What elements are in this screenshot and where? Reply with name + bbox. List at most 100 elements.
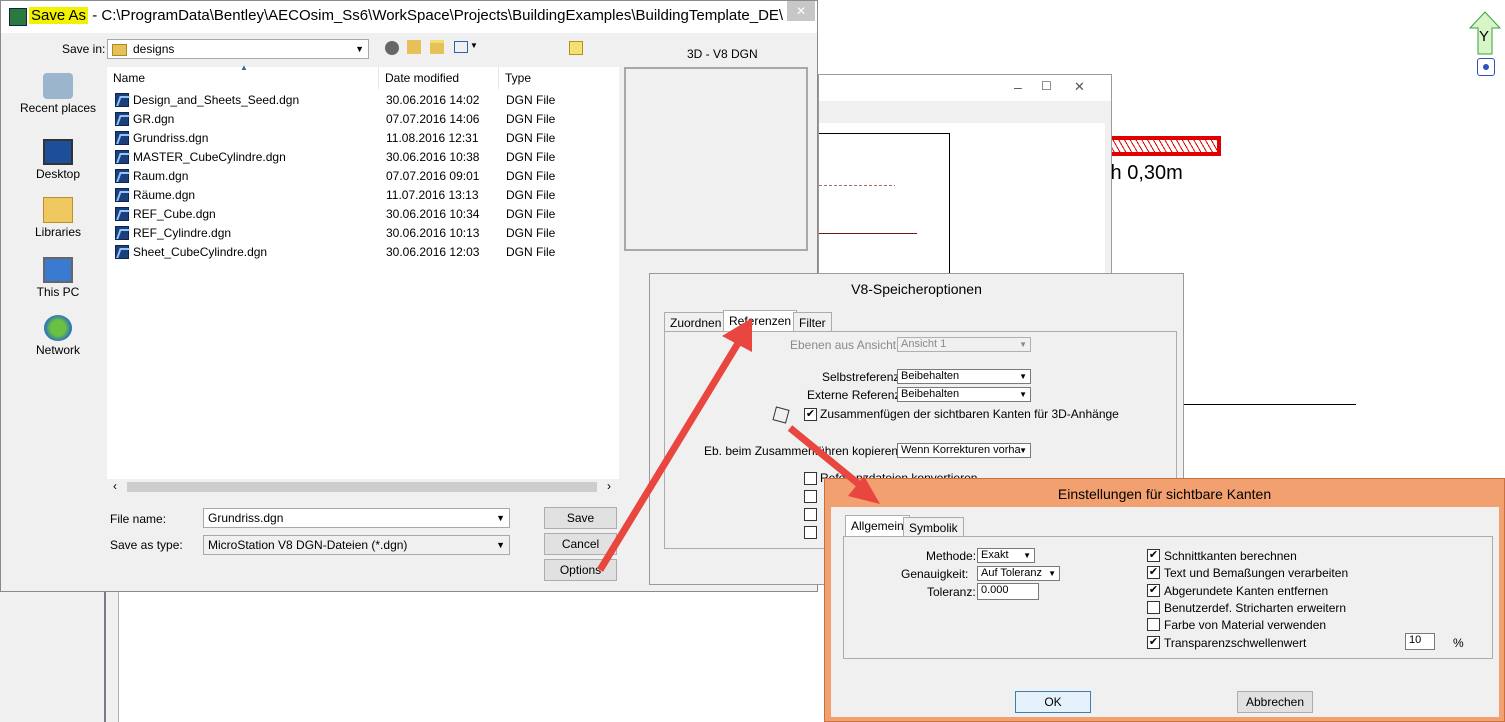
genauigkeit-dropdown[interactable]: Auf Toleranz ▼	[977, 566, 1060, 581]
file-name-cell: Räume.dgn	[107, 186, 195, 205]
checkbox-abgerundet[interactable]: ✔	[1147, 584, 1160, 597]
file-type-cell: DGN File	[506, 150, 556, 164]
checkbox-schnittkanten[interactable]: ✔	[1147, 549, 1160, 562]
option-checkbox[interactable]	[804, 472, 817, 485]
column-header-date[interactable]: Date modified	[379, 67, 499, 89]
file-name-input[interactable]: Grundriss.dgn ▼	[203, 508, 510, 528]
tab-allgemein[interactable]: Allgemein	[845, 515, 910, 537]
file-name-cell: REF_Cylindre.dgn	[107, 224, 231, 243]
close-button[interactable]: ✕	[787, 1, 815, 21]
file-row[interactable]: Räume.dgn 11.07.2016 13:13 DGN File	[107, 186, 619, 205]
genauigkeit-label: Genauigkeit:	[901, 567, 969, 581]
methode-dropdown[interactable]: Exakt ▼	[977, 548, 1035, 563]
view-rotate-icon[interactable]	[1477, 58, 1495, 76]
file-name-cell: Sheet_CubeCylindre.dgn	[107, 243, 267, 262]
dialog-title: Save As - C:\ProgramData\Bentley\AECOsim…	[29, 7, 784, 24]
zusammen-checkbox[interactable]: ✔	[804, 408, 817, 421]
abbrechen-button[interactable]: Abbrechen	[1237, 691, 1313, 713]
file-date-cell: 30.06.2016 12:03	[386, 245, 480, 259]
cancel-button[interactable]: Cancel	[544, 533, 617, 555]
dialog-title: V8-Speicheroptionen	[851, 281, 982, 297]
methode-label: Methode:	[926, 549, 977, 563]
dgn-file-icon	[115, 245, 129, 259]
network-icon	[44, 315, 72, 341]
file-type-cell: DGN File	[506, 245, 556, 259]
tab-referenzen[interactable]: Referenzen	[723, 310, 798, 332]
file-row[interactable]: Sheet_CubeCylindre.dgn 30.06.2016 12:03 DG…	[107, 243, 619, 262]
up-folder-icon[interactable]	[407, 40, 421, 54]
scroll-right-icon[interactable]: ›	[607, 479, 611, 493]
file-row[interactable]: REF_Cube.dgn 30.06.2016 10:34 DGN File	[107, 205, 619, 224]
preview-toggle-icon[interactable]	[569, 41, 583, 55]
tab-zuordnen[interactable]: Zuordnen	[664, 312, 728, 332]
minimize-icon[interactable]: –	[1014, 79, 1022, 95]
close-icon[interactable]: ✕	[1074, 79, 1085, 95]
new-folder-icon[interactable]	[430, 40, 444, 54]
selbst-label: Selbstreferenz	[822, 370, 900, 384]
background-dialog: – ☐ ✕	[818, 74, 1112, 313]
option-checkbox[interactable]	[804, 508, 817, 521]
back-icon[interactable]	[385, 41, 399, 55]
externe-referenz-dropdown[interactable]: Beibehalten ▼	[897, 387, 1031, 402]
selbstreferenz-dropdown[interactable]: Beibehalten ▼	[897, 369, 1031, 384]
checkbox-farbe[interactable]	[1147, 618, 1160, 631]
transparenz-input[interactable]: 10	[1405, 633, 1435, 650]
options-button[interactable]: Options	[544, 559, 617, 581]
place-libraries[interactable]: Libraries	[18, 197, 98, 239]
eb-label: Eb. beim Zusammenführen kopieren:	[704, 444, 902, 458]
ebenen-dropdown[interactable]: Ansicht 1 ▼	[897, 337, 1031, 352]
option-checkbox[interactable]	[804, 490, 817, 503]
ok-button[interactable]: OK	[1015, 691, 1091, 713]
file-row[interactable]: GR.dgn 07.07.2016 14:06 DGN File	[107, 110, 619, 129]
file-row[interactable]: REF_Cylindre.dgn 30.06.2016 10:13 DGN File	[107, 224, 619, 243]
eb-dropdown[interactable]: Wenn Korrekturen vorha ▼	[897, 443, 1031, 458]
file-name-cell: REF_Cube.dgn	[107, 205, 216, 224]
file-row[interactable]: Raum.dgn 07.07.2016 09:01 DGN File	[107, 167, 619, 186]
computer-icon	[43, 257, 73, 283]
checkbox-label: Farbe von Material verwenden	[1164, 618, 1327, 632]
file-date-cell: 30.06.2016 10:34	[386, 207, 480, 221]
file-list: Name ▲ Date modified Type Design_and_She…	[107, 63, 619, 495]
red-wall-element	[1105, 136, 1221, 156]
tab-filter[interactable]: Filter	[793, 312, 832, 332]
scroll-left-icon[interactable]: ‹	[113, 479, 117, 493]
file-date-cell: 11.08.2016 12:31	[386, 131, 479, 145]
checkbox-text[interactable]: ✔	[1147, 566, 1160, 579]
chevron-down-icon[interactable]: ▼	[470, 41, 478, 50]
ebenen-label: Ebenen aus Ansicht:	[790, 338, 900, 352]
toleranz-input[interactable]: 0.000	[977, 583, 1039, 600]
file-date-cell: 30.06.2016 10:13	[386, 226, 480, 240]
file-row[interactable]: MASTER_CubeCylindre.dgn 30.06.2016 10:38 D…	[107, 148, 619, 167]
file-row[interactable]: Grundriss.dgn 11.08.2016 12:31 DGN File	[107, 129, 619, 148]
file-name-cell: GR.dgn	[107, 110, 174, 129]
save-in-dropdown[interactable]: designs ▼	[107, 39, 369, 59]
option-checkbox[interactable]	[804, 526, 817, 539]
recent-places-icon	[43, 73, 73, 99]
tab-symbolik[interactable]: Symbolik	[903, 517, 964, 537]
save-button[interactable]: Save	[544, 507, 617, 529]
file-date-cell: 30.06.2016 10:38	[386, 150, 480, 164]
horizontal-scrollbar[interactable]: ‹ ›	[107, 479, 619, 495]
file-date-cell: 30.06.2016 14:02	[386, 93, 480, 107]
place-this-pc[interactable]: This PC	[18, 257, 98, 299]
file-row[interactable]: Design_and_Sheets_Seed.dgn 30.06.2016 14:…	[107, 91, 619, 110]
save-type-dropdown[interactable]: MicroStation V8 DGN-Dateien (*.dgn) ▼	[203, 535, 510, 555]
drawing-line	[819, 185, 895, 186]
maximize-icon[interactable]: ☐	[1041, 79, 1052, 93]
column-header-type[interactable]: Type	[499, 67, 619, 89]
place-recent[interactable]: Recent places	[18, 73, 98, 115]
view-menu-icon[interactable]	[454, 41, 468, 53]
checkbox-stricharten[interactable]	[1147, 601, 1160, 614]
checkbox-transparenz[interactable]: ✔	[1147, 636, 1160, 649]
app-icon	[9, 8, 27, 26]
place-desktop[interactable]: Desktop	[18, 139, 98, 181]
dgn-file-icon	[115, 207, 129, 221]
file-type-cell: DGN File	[506, 131, 556, 145]
scroll-thumb[interactable]	[127, 482, 597, 492]
place-network[interactable]: Network	[18, 315, 98, 357]
preview-label: 3D - V8 DGN	[687, 47, 758, 61]
view-axis-icon[interactable]: Y	[1468, 10, 1502, 56]
file-date-cell: 11.07.2016 13:13	[386, 188, 479, 202]
dialog-body: Allgemein Symbolik Methode: Exakt ▼ Genau…	[831, 507, 1499, 717]
percent-label: %	[1453, 636, 1464, 650]
